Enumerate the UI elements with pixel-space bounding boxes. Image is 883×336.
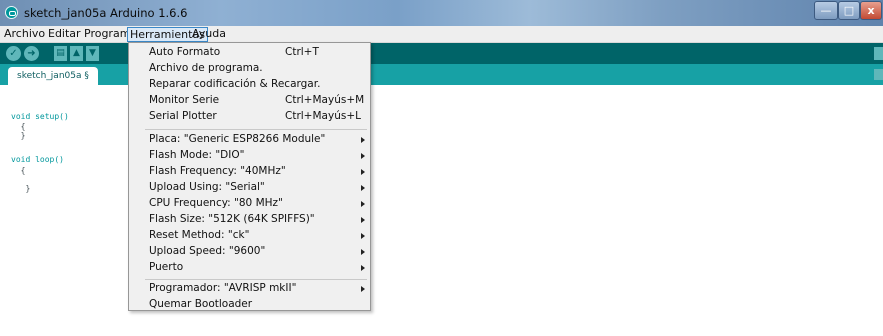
menu-item-label: Upload Using: "Serial" bbox=[149, 181, 265, 193]
menu-item-label: Auto Formato bbox=[149, 46, 221, 58]
menu-item-flash-mode[interactable]: Flash Mode: "DIO" bbox=[129, 148, 370, 164]
menu-item-label: Monitor Serie bbox=[149, 94, 220, 106]
submenu-arrow-icon bbox=[361, 249, 365, 255]
title-bar[interactable]: sketch_jan05a Arduino 1.6.6 — □ x bbox=[0, 0, 883, 26]
menu-item-auto-formato[interactable]: Auto Formato Ctrl+T bbox=[129, 45, 370, 61]
menu-item-flash-size[interactable]: Flash Size: "512K (64K SPIFFS)" bbox=[129, 212, 370, 228]
menu-item-upload-using[interactable]: Upload Using: "Serial" bbox=[129, 180, 370, 196]
submenu-arrow-icon bbox=[361, 201, 365, 207]
menu-item-puerto[interactable]: Puerto bbox=[129, 260, 370, 276]
menu-item-label: Flash Size: "512K (64K SPIFFS)" bbox=[149, 213, 315, 225]
menu-separator bbox=[145, 129, 367, 130]
menu-item-label: CPU Frequency: "80 MHz" bbox=[149, 197, 283, 209]
menu-item-cpu-frequency[interactable]: CPU Frequency: "80 MHz" bbox=[129, 196, 370, 212]
menu-item-shortcut: Ctrl+T bbox=[285, 46, 319, 58]
menu-item-reparar-codificacion[interactable]: Reparar codificación & Recargar. bbox=[129, 77, 370, 93]
menu-item-label: Puerto bbox=[149, 261, 184, 273]
menu-item-label: Archivo de programa. bbox=[149, 62, 263, 74]
new-file-icon: ▤ bbox=[56, 48, 65, 58]
menu-item-label: Quemar Bootloader bbox=[149, 298, 253, 310]
menu-item-label: Placa: "Generic ESP8266 Module" bbox=[149, 133, 326, 145]
save-button[interactable]: ▼ bbox=[86, 46, 99, 61]
new-button[interactable]: ▤ bbox=[54, 46, 67, 61]
code-line: void setup() bbox=[11, 112, 69, 121]
menu-item-placa[interactable]: Placa: "Generic ESP8266 Module" bbox=[129, 132, 370, 148]
menu-item-reset-method[interactable]: Reset Method: "ck" bbox=[129, 228, 370, 244]
menu-item-shortcut: Ctrl+Mayús+L bbox=[285, 110, 361, 122]
maximize-button[interactable]: □ bbox=[838, 1, 860, 20]
check-icon: ✓ bbox=[9, 48, 18, 59]
menu-item-label: Flash Mode: "DIO" bbox=[149, 149, 245, 161]
menu-item-quemar-bootloader[interactable]: Quemar Bootloader bbox=[129, 297, 370, 310]
menu-ayuda[interactable]: Ayuda bbox=[192, 27, 226, 42]
submenu-arrow-icon bbox=[361, 169, 365, 175]
code-line: { bbox=[11, 166, 26, 175]
herramientas-menu: Auto Formato Ctrl+T Archivo de programa.… bbox=[128, 42, 371, 311]
minimize-button[interactable]: — bbox=[814, 1, 838, 20]
close-button[interactable]: x bbox=[860, 1, 882, 20]
menu-item-serial-plotter[interactable]: Serial Plotter Ctrl+Mayús+L bbox=[129, 109, 370, 125]
save-icon: ▼ bbox=[89, 48, 96, 58]
menu-item-label: Reset Method: "ck" bbox=[149, 229, 250, 241]
verify-button[interactable]: ✓ bbox=[6, 46, 21, 61]
menu-item-monitor-serie[interactable]: Monitor Serie Ctrl+Mayús+M bbox=[129, 93, 370, 109]
arduino-icon bbox=[5, 6, 18, 19]
submenu-arrow-icon bbox=[361, 286, 365, 292]
open-icon: ▲ bbox=[73, 48, 80, 58]
serial-monitor-button[interactable] bbox=[874, 47, 883, 60]
menu-item-label: Flash Frequency: "40MHz" bbox=[149, 165, 286, 177]
menu-item-label: Reparar codificación & Recargar. bbox=[149, 78, 321, 90]
menu-item-label: Serial Plotter bbox=[149, 110, 217, 122]
submenu-arrow-icon bbox=[361, 233, 365, 239]
tab-menu-button[interactable] bbox=[874, 69, 883, 80]
upload-button[interactable]: ➜ bbox=[24, 46, 39, 61]
submenu-arrow-icon bbox=[361, 185, 365, 191]
menu-separator bbox=[145, 279, 367, 280]
menu-editar[interactable]: Editar bbox=[48, 27, 81, 42]
menu-item-shortcut: Ctrl+Mayús+M bbox=[285, 94, 365, 106]
submenu-arrow-icon bbox=[361, 217, 365, 223]
menu-item-flash-frequency[interactable]: Flash Frequency: "40MHz" bbox=[129, 164, 370, 180]
submenu-arrow-icon bbox=[361, 137, 365, 143]
menu-item-label: Upload Speed: "9600" bbox=[149, 245, 266, 257]
submenu-arrow-icon bbox=[361, 265, 365, 271]
menu-item-archivo-de-programa[interactable]: Archivo de programa. bbox=[129, 61, 370, 77]
menu-item-upload-speed[interactable]: Upload Speed: "9600" bbox=[129, 244, 370, 260]
tab-sketch[interactable]: sketch_jan05a § bbox=[8, 67, 98, 85]
open-button[interactable]: ▲ bbox=[70, 46, 83, 61]
code-line: { bbox=[11, 122, 26, 131]
menu-item-label: Programador: "AVRISP mkII" bbox=[149, 282, 297, 294]
arrow-right-icon: ➜ bbox=[27, 48, 36, 59]
submenu-arrow-icon bbox=[361, 153, 365, 159]
code-line: void loop() bbox=[11, 155, 64, 164]
menu-bar: Archivo Editar Programa Herramientas Ayu… bbox=[0, 26, 883, 43]
menu-archivo[interactable]: Archivo bbox=[4, 27, 45, 42]
menu-item-programador[interactable]: Programador: "AVRISP mkII" bbox=[129, 281, 370, 297]
window-title: sketch_jan05a Arduino 1.6.6 bbox=[24, 6, 188, 20]
code-line: } bbox=[11, 184, 31, 193]
code-line: } bbox=[11, 131, 26, 140]
